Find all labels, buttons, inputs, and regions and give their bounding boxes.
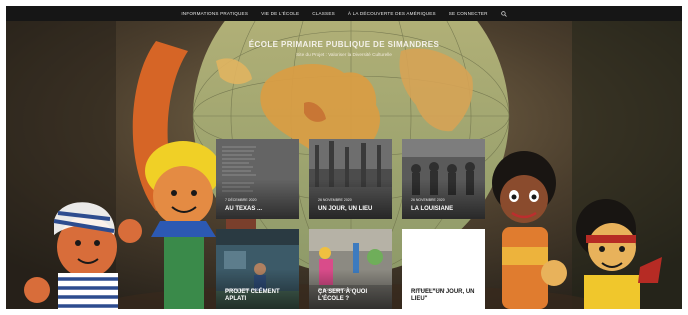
post-card-au-texas[interactable]: 7 DÉCEMBRE 2020 AU TEXAS ... (216, 139, 299, 219)
post-date: 26 NOVEMBRE 2020 (411, 198, 445, 202)
post-title[interactable]: AU TEXAS ... (225, 206, 293, 213)
post-title[interactable]: PROJET CLÉMENT APLATI (225, 289, 293, 303)
browser-viewport: INFORMATIONS PRATIQUES VIE DE L'ÉCOLE CL… (6, 6, 682, 309)
search-icon[interactable] (500, 10, 507, 17)
post-card-un-jour-un-lieu[interactable]: 26 NOVEMBRE 2020 UN JOUR, UN LIEU (309, 139, 392, 219)
main-menu: INFORMATIONS PRATIQUES VIE DE L'ÉCOLE CL… (6, 6, 682, 21)
site-subtitle: Site du Projet : Valoriser la Diversité … (296, 52, 392, 57)
top-navigation-bar: INFORMATIONS PRATIQUES VIE DE L'ÉCOLE CL… (6, 6, 682, 21)
menu-item-informations-pratiques[interactable]: INFORMATIONS PRATIQUES (181, 11, 248, 16)
post-title[interactable]: UN JOUR, UN LIEU (318, 206, 386, 213)
menu-item-classes[interactable]: CLASSES (312, 11, 335, 16)
post-card-rituel-un-jour-un-lieu[interactable]: 26 NOVEMBRE 2020 RITUEL"UN JOUR, UN LIEU… (402, 229, 485, 309)
post-title[interactable]: RITUEL"UN JOUR, UN LIEU" (411, 289, 479, 303)
post-card-la-louisiane[interactable]: 26 NOVEMBRE 2020 LA LOUISIANE (402, 139, 485, 219)
post-title[interactable]: LA LOUISIANE (411, 206, 479, 213)
menu-item-vie-de-l-ecole[interactable]: VIE DE L'ÉCOLE (261, 11, 299, 16)
post-card-projet-clement-aplati[interactable]: 26 NOVEMBRE 2020 PROJET CLÉMENT APLATI (216, 229, 299, 309)
post-card-ca-sert-a-quoi-l-ecole[interactable]: 26 NOVEMBRE 2020 ÇA SERT À QUOI L'ÉCOLE … (309, 229, 392, 309)
menu-item-se-connecter[interactable]: SE CONNECTER (449, 11, 488, 16)
site-title[interactable]: ÉCOLE PRIMAIRE PUBLIQUE DE SIMANDRES (6, 40, 682, 49)
post-date: 7 DÉCEMBRE 2020 (225, 198, 257, 202)
menu-item-decouverte-ameriques[interactable]: À LA DÉCOUVERTE DES AMÉRIQUES (348, 11, 436, 16)
post-date: 26 NOVEMBRE 2020 (318, 198, 352, 202)
post-title[interactable]: ÇA SERT À QUOI L'ÉCOLE ? (318, 289, 386, 303)
hero-banner: ÉCOLE PRIMAIRE PUBLIQUE DE SIMANDRES Sit… (6, 21, 682, 309)
